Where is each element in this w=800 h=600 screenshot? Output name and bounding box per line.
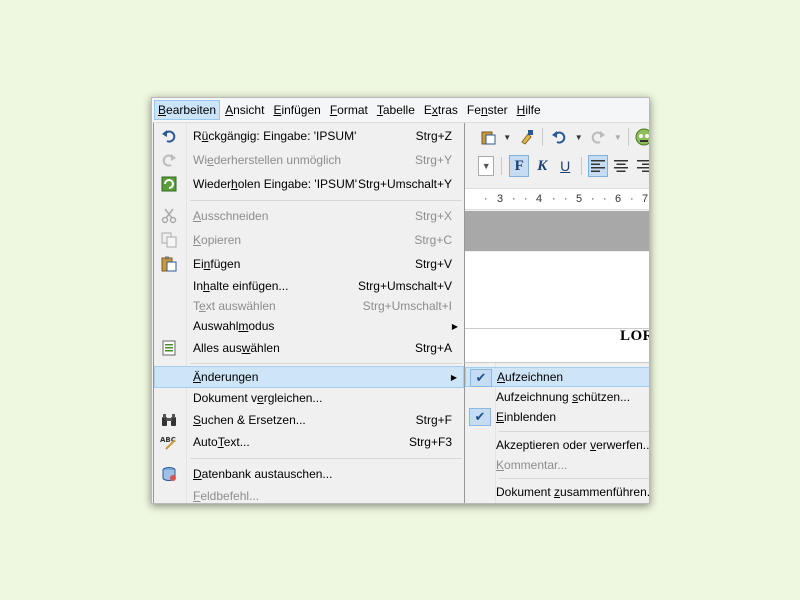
shortcut: Strg+Umschalt+V xyxy=(357,279,452,293)
undo-icon[interactable] xyxy=(549,127,568,147)
menu-tabelle[interactable]: Tabelle xyxy=(373,100,419,120)
submenu-item-record[interactable]: ✔ Aufzeichnen xyxy=(465,367,649,387)
submenu-item-protect-record[interactable]: Aufzeichnung schützen... xyxy=(465,387,649,407)
repeat-icon xyxy=(160,176,178,192)
menu-item-cut[interactable]: Ausschneiden Strg+X xyxy=(154,205,464,227)
shortcut: Strg+F xyxy=(415,413,452,427)
paste-icon[interactable] xyxy=(478,127,497,147)
underline-button[interactable]: U xyxy=(555,155,575,177)
shortcut: Strg+V xyxy=(414,257,452,271)
spellcheck-icon[interactable] xyxy=(635,127,649,147)
menubar: Bearbeiten Ansicht Einfügen Format Tabel… xyxy=(152,98,649,123)
submenu-item-merge-document[interactable]: Dokument zusammenführen... xyxy=(465,482,649,502)
ruler-tick: 4 xyxy=(536,193,543,205)
menu-item-undo[interactable]: Rückgängig: Eingabe: 'IPSUM' Strg+Z xyxy=(154,125,464,147)
formatting-toolbar: ▼ F K U xyxy=(464,153,649,179)
menu-bearbeiten[interactable]: Bearbeiten xyxy=(154,100,221,120)
changes-submenu: ✔ Aufzeichnen Aufzeichnung schützen... ✔… xyxy=(464,362,649,503)
menu-fenster[interactable]: Fenster xyxy=(463,100,512,120)
menu-item-field-command[interactable]: Feldbefehl... xyxy=(154,485,464,503)
checkmark-icon: ✔ xyxy=(470,369,492,387)
menu-item-selection-mode[interactable]: Auswahlmodus ▶ xyxy=(154,315,464,337)
menu-item-compare-document[interactable]: Dokument vergleichen... xyxy=(154,387,464,409)
submenu-arrow-icon: ▶ xyxy=(450,372,457,382)
menu-item-paste-special[interactable]: Inhalte einfügen... Strg+Umschalt+V xyxy=(154,275,464,297)
align-center-icon[interactable] xyxy=(611,155,631,177)
clone-formatting-icon[interactable] xyxy=(517,127,536,147)
menu-format[interactable]: Format xyxy=(326,100,372,120)
chevron-down-icon[interactable]: ▼ xyxy=(575,127,583,147)
shortcut: Strg+Z xyxy=(415,129,452,143)
italic-button[interactable]: K xyxy=(532,155,552,177)
toolbar-separator xyxy=(542,128,544,146)
menu-ansicht[interactable]: Ansicht xyxy=(221,100,268,120)
submenu-item-accept-reject[interactable]: Akzeptieren oder verwerfen... xyxy=(465,435,649,455)
standard-toolbar: ▼ ▼ ▼ xyxy=(464,124,649,150)
menu-item-autotext[interactable]: ABC AutoText... Strg+F3 xyxy=(154,431,464,453)
document-text: LOR xyxy=(619,328,649,344)
redo-icon[interactable] xyxy=(589,127,608,147)
ruler-tick: 3 xyxy=(497,193,504,205)
menu-item-copy[interactable]: Kopieren Strg+C xyxy=(154,229,464,251)
toolbar-separator xyxy=(581,157,583,175)
menu-item-exchange-database[interactable]: Datenbank austauschen... xyxy=(154,463,464,485)
menu-separator xyxy=(499,478,649,479)
ruler-tick: 6 xyxy=(615,193,622,205)
binoculars-icon xyxy=(160,412,178,428)
shortcut: Strg+Umschalt+I xyxy=(362,299,452,313)
toolbar-separator xyxy=(627,128,629,146)
paste-icon xyxy=(160,256,178,272)
shortcut: Strg+F3 xyxy=(408,435,452,449)
shortcut: Strg+Umschalt+Y xyxy=(357,177,452,191)
menu-separator xyxy=(190,200,462,201)
align-right-icon[interactable] xyxy=(634,155,649,177)
font-size-dropdown[interactable]: ▼ xyxy=(478,156,495,176)
menu-item-select-text[interactable]: Text auswählen Strg+Umschalt+I xyxy=(154,295,464,317)
ruler-tick: 5 xyxy=(576,193,583,205)
menu-item-paste[interactable]: Einfügen Strg+V xyxy=(154,253,464,275)
autotext-icon: ABC xyxy=(160,434,178,450)
menu-item-redo[interactable]: Wiederherstellen unmöglich Strg+Y xyxy=(154,149,464,171)
scissors-icon xyxy=(160,208,178,224)
menu-item-select-all[interactable]: Alles auswählen Strg+A xyxy=(154,337,464,359)
redo-icon xyxy=(160,152,178,168)
toolbar-separator xyxy=(501,157,503,175)
document-background xyxy=(464,211,649,251)
writer-window: Bearbeiten Ansicht Einfügen Format Tabel… xyxy=(151,97,650,504)
menu-item-find-replace[interactable]: Suchen & Ersetzen... Strg+F xyxy=(154,409,464,431)
copy-icon xyxy=(160,232,178,248)
menu-einfuegen[interactable]: Einfügen xyxy=(269,100,324,120)
submenu-item-show[interactable]: ✔ Einblenden xyxy=(465,407,649,427)
menu-item-repeat[interactable]: Wiederholen Eingabe: 'IPSUM' Strg+Umscha… xyxy=(154,173,464,195)
menu-extras[interactable]: Extras xyxy=(420,100,462,120)
shortcut: Strg+X xyxy=(414,209,452,223)
submenu-item-comment[interactable]: Kommentar... xyxy=(465,455,649,475)
select-all-icon xyxy=(160,340,178,356)
ruler-tick: 7 xyxy=(642,193,649,205)
submenu-arrow-icon: ▶ xyxy=(451,321,458,331)
shortcut: Strg+C xyxy=(414,233,452,247)
menu-item-changes[interactable]: Änderungen ▶ xyxy=(154,366,464,388)
shortcut: Strg+Y xyxy=(414,153,452,167)
horizontal-ruler[interactable]: · 3 · · 4 · · 5 · · 6 · 7 xyxy=(464,188,649,210)
database-icon xyxy=(160,466,178,482)
align-left-icon[interactable] xyxy=(588,155,609,177)
checkmark-icon: ✔ xyxy=(469,408,491,426)
chevron-down-icon[interactable]: ▼ xyxy=(614,127,622,147)
shortcut: Strg+A xyxy=(414,341,452,355)
menu-hilfe[interactable]: Hilfe xyxy=(513,100,545,120)
menu-separator xyxy=(190,363,462,364)
menu-separator xyxy=(499,431,649,432)
undo-icon xyxy=(160,128,178,144)
menu-separator xyxy=(190,458,462,459)
chevron-down-icon[interactable]: ▼ xyxy=(503,127,511,147)
bold-button[interactable]: F xyxy=(509,155,530,177)
edit-menu: Rückgängig: Eingabe: 'IPSUM' Strg+Z Wied… xyxy=(153,123,465,503)
